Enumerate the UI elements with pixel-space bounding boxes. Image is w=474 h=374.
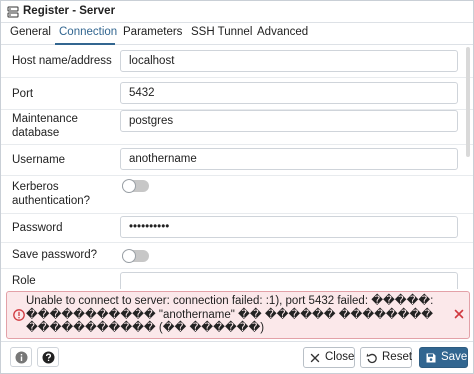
error-line-3: ����������� (�� ������)	[26, 322, 265, 334]
error-icon	[13, 309, 25, 321]
help-button[interactable]	[37, 347, 59, 367]
tab-ssh-tunnel[interactable]: SSH Tunnel	[191, 26, 252, 38]
save-password-toggle[interactable]	[122, 249, 149, 263]
role-input[interactable]	[120, 272, 458, 289]
save-button-label: Save	[441, 351, 468, 363]
kerberos-row: Kerberos authentication?	[1, 176, 473, 214]
password-label: Password	[12, 222, 63, 234]
reset-button-label: Reset	[382, 351, 413, 363]
tab-connection[interactable]: Connection	[59, 26, 117, 38]
close-error-icon[interactable]	[453, 308, 465, 320]
scrollbar-thumb[interactable]	[466, 47, 470, 157]
host-row: Host name/address	[1, 45, 473, 78]
tab-advanced[interactable]: Advanced	[257, 26, 308, 38]
error-message: Unable to connect to server: connection …	[26, 295, 444, 336]
save-button[interactable]: Save	[419, 347, 468, 368]
role-label: Role	[12, 275, 36, 287]
dialog-footer: Close Reset Save	[1, 341, 473, 373]
kerberos-label-2: authentication?	[12, 195, 91, 207]
info-icon	[15, 351, 28, 364]
register-server-dialog: Register - Server General Connection Par…	[0, 0, 474, 374]
host-label: Host name/address	[12, 55, 112, 67]
password-row: Password	[1, 214, 473, 243]
error-line-1: Unable to connect to server: connection …	[26, 295, 434, 307]
tab-bar: General Connection Parameters SSH Tunnel…	[1, 23, 473, 45]
tab-general[interactable]: General	[10, 26, 51, 38]
connection-form: Host name/address Port Maintenance datab…	[1, 45, 473, 289]
help-icon	[42, 351, 55, 364]
server-icon	[7, 6, 19, 18]
username-label: Username	[12, 154, 66, 166]
title-bar[interactable]: Register - Server	[1, 1, 473, 23]
port-input[interactable]	[120, 82, 458, 104]
error-alert: Unable to connect to server: connection …	[6, 291, 470, 339]
maintenance-db-input[interactable]	[120, 110, 458, 132]
kerberos-toggle[interactable]	[122, 179, 149, 193]
kerberos-label-1: Kerberos	[12, 181, 59, 193]
info-button[interactable]	[10, 347, 32, 367]
tab-parameters[interactable]: Parameters	[123, 26, 182, 38]
reset-button[interactable]: Reset	[360, 347, 412, 368]
error-line-2: ����������� "anothername" �� ������ ����…	[26, 308, 434, 321]
username-input[interactable]	[120, 148, 458, 170]
maintenance-db-label-1: Maintenance	[12, 113, 78, 125]
close-button[interactable]: Close	[303, 347, 355, 368]
port-label: Port	[12, 88, 34, 100]
reset-icon	[366, 353, 377, 364]
password-input[interactable]	[120, 216, 458, 238]
save-icon	[426, 353, 436, 363]
save-password-label: Save password?	[12, 249, 98, 261]
close-button-label: Close	[325, 351, 355, 363]
maintenance-db-label-2: database	[12, 127, 60, 139]
maintenance-db-row: Maintenance database	[1, 110, 473, 145]
username-row: Username	[1, 145, 473, 176]
form-scrollbar[interactable]	[466, 47, 471, 285]
dialog-title: Register - Server	[23, 5, 116, 17]
host-input[interactable]	[120, 50, 458, 72]
save-password-row: Save password?	[1, 243, 473, 269]
close-icon	[310, 353, 320, 363]
role-row: Role	[1, 269, 473, 289]
port-row: Port	[1, 78, 473, 110]
